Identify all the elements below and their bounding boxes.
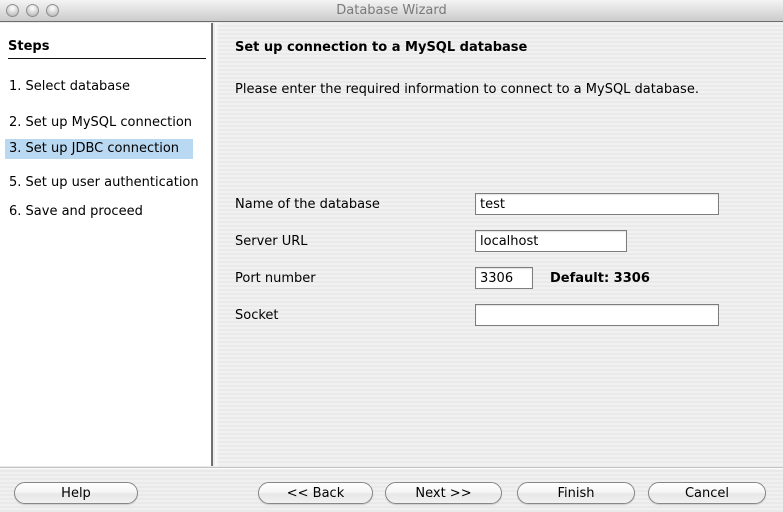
port-number-label: Port number: [235, 271, 316, 287]
titlebar: Database Wizard: [0, 0, 783, 22]
page-description: Please enter the required information to…: [235, 82, 699, 97]
button-bar: Help << Back Next >> Finish Cancel: [0, 467, 783, 512]
next-button[interactable]: Next >>: [385, 482, 502, 504]
cancel-button[interactable]: Cancel: [648, 482, 766, 504]
database-wizard-window: Database Wizard Steps 1. Select database…: [0, 0, 783, 512]
database-name-label: Name of the database: [235, 197, 380, 213]
server-url-label: Server URL: [235, 234, 308, 250]
database-name-field[interactable]: [475, 193, 719, 215]
step-item-select-database[interactable]: 1. Select database: [5, 77, 193, 97]
steps-sidebar: Steps 1. Select database 2. Set up MySQL…: [0, 23, 213, 466]
step-item-jdbc-connection[interactable]: 3. Set up JDBC connection: [5, 139, 193, 159]
steps-heading: Steps: [8, 39, 206, 59]
step-item-mysql-connection[interactable]: 2. Set up MySQL connection: [5, 113, 193, 133]
finish-button[interactable]: Finish: [517, 482, 635, 504]
back-button[interactable]: << Back: [258, 482, 373, 504]
window-title: Database Wizard: [0, 3, 783, 18]
help-button[interactable]: Help: [14, 482, 138, 504]
server-url-field[interactable]: [475, 230, 627, 252]
wizard-main-panel: Set up connection to a MySQL database Pl…: [215, 23, 783, 466]
step-item-user-authentication[interactable]: 5. Set up user authentication: [5, 173, 193, 193]
step-item-save-proceed[interactable]: 6. Save and proceed: [5, 202, 193, 222]
port-default-hint: Default: 3306: [550, 271, 650, 286]
page-title: Set up connection to a MySQL database: [235, 40, 527, 55]
port-number-field[interactable]: [475, 267, 533, 289]
socket-label: Socket: [235, 308, 279, 324]
socket-field[interactable]: [475, 304, 719, 326]
